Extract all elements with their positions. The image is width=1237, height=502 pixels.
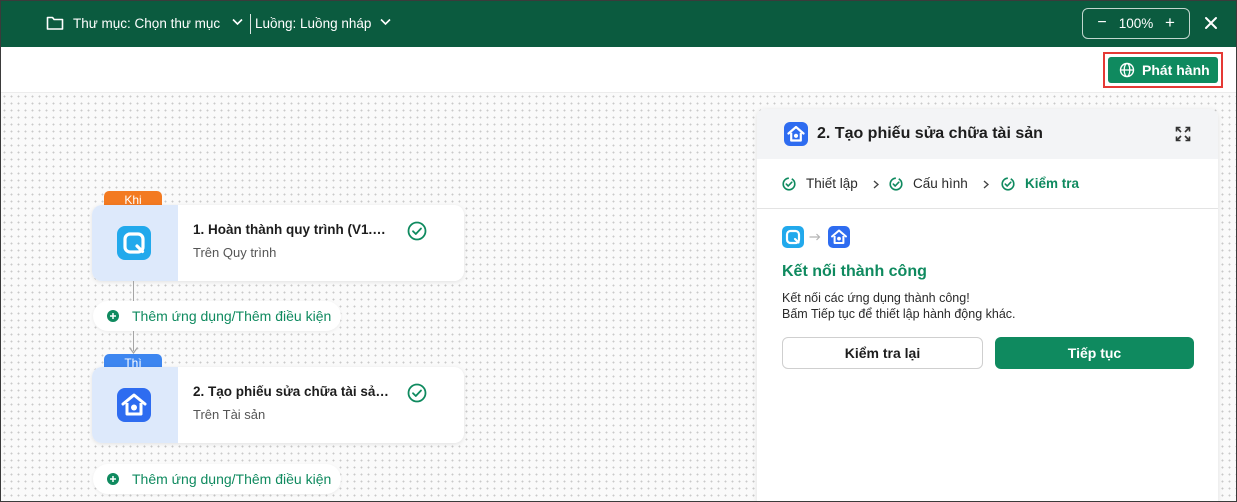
step-test[interactable]: Kiểm tra	[1001, 176, 1079, 191]
check-circle-icon	[407, 383, 427, 403]
publish-button[interactable]: Phát hành	[1108, 57, 1218, 83]
connection-icons	[782, 226, 862, 248]
node-subtitle: Trên Tài sản	[193, 407, 266, 422]
panel-header: 2. Tạo phiếu sửa chữa tài sản	[757, 109, 1218, 159]
close-icon[interactable]	[1203, 15, 1219, 31]
node-body: 2. Tạo phiếu sửa chữa tài sản... Trên Tà…	[178, 367, 464, 443]
publish-label: Phát hành	[1142, 62, 1210, 78]
app-frame: Thư mục: Chọn thư mục Luồng: Luồng nháp …	[0, 0, 1237, 502]
step-label: Cấu hình	[913, 176, 968, 191]
node-icon-area	[92, 367, 178, 443]
zoom-in-button[interactable]: +	[1163, 14, 1177, 32]
zoom-out-button[interactable]: −	[1095, 15, 1109, 31]
step-label: Thiết lập	[806, 176, 858, 191]
zoom-level: 100%	[1118, 16, 1154, 31]
success-message: Kết nối các ứng dụng thành công!	[782, 291, 970, 305]
flow-selector[interactable]: Luồng: Luồng nháp	[255, 16, 371, 31]
success-title: Kết nối thành công	[782, 263, 927, 280]
step-detail-panel: 2. Tạo phiếu sửa chữa tài sản Thiết lập	[757, 109, 1218, 501]
node-title: 1. Hoàn thành quy trình (V1.0.1)	[193, 222, 393, 237]
process-app-icon	[117, 226, 151, 260]
flow-node-trigger[interactable]: 1. Hoàn thành quy trình (V1.0.1) Trên Qu…	[92, 205, 464, 281]
node-title: 2. Tạo phiếu sửa chữa tài sản...	[193, 384, 393, 399]
flow-node-action[interactable]: 2. Tạo phiếu sửa chữa tài sản... Trên Tà…	[92, 367, 464, 443]
connector-line	[133, 281, 134, 303]
folder-selector[interactable]: Thư mục: Chọn thư mục	[73, 16, 220, 31]
chevron-down-icon[interactable]	[380, 18, 391, 26]
chevron-down-icon[interactable]	[232, 18, 243, 26]
step-config[interactable]: Cấu hình	[889, 176, 968, 191]
node-body: 1. Hoàn thành quy trình (V1.0.1) Trên Qu…	[178, 205, 464, 281]
globe-icon	[1119, 62, 1135, 78]
plus-circle-icon	[107, 473, 119, 485]
divider	[250, 14, 251, 34]
chevron-right-icon	[983, 180, 989, 189]
add-step-label: Thêm ứng dụng/Thêm điều kiện	[132, 471, 332, 487]
arrow-right-icon	[809, 233, 821, 241]
panel-title: 2. Tạo phiếu sửa chữa tài sản	[817, 125, 1043, 142]
recheck-button[interactable]: Kiểm tra lại	[782, 337, 983, 369]
step-progress: Thiết lập Cấu hình Kiểm tra	[757, 159, 1218, 209]
step-label: Kiểm tra	[1025, 176, 1080, 191]
plus-circle-icon	[107, 310, 119, 322]
folder-icon	[46, 16, 64, 30]
zoom-control: − 100% +	[1082, 8, 1190, 39]
asset-app-icon	[117, 388, 151, 422]
check-circle-dashed-icon	[889, 176, 903, 191]
expand-icon[interactable]	[1175, 126, 1191, 142]
arrow-down-icon	[129, 347, 138, 354]
top-bar: Thư mục: Chọn thư mục Luồng: Luồng nháp …	[1, 1, 1236, 47]
check-circle-dashed-icon	[1001, 176, 1015, 191]
check-circle-dashed-icon	[782, 176, 796, 191]
process-app-icon	[782, 226, 804, 248]
continue-button[interactable]: Tiếp tục	[995, 337, 1194, 369]
step-setup[interactable]: Thiết lập	[782, 176, 858, 191]
asset-app-icon	[828, 226, 850, 248]
toolbar: Phát hành	[1, 47, 1236, 93]
check-circle-icon	[407, 221, 427, 241]
node-subtitle: Trên Quy trình	[193, 245, 277, 260]
add-step-button[interactable]: Thêm ứng dụng/Thêm điều kiện	[93, 301, 342, 331]
node-icon-area	[92, 205, 178, 281]
success-hint: Bấm Tiếp tục để thiết lập hành động khác…	[782, 307, 1016, 321]
add-step-label: Thêm ứng dụng/Thêm điều kiện	[132, 308, 332, 324]
add-step-button[interactable]: Thêm ứng dụng/Thêm điều kiện	[93, 464, 342, 494]
chevron-right-icon	[873, 180, 879, 189]
asset-app-icon	[784, 122, 808, 146]
